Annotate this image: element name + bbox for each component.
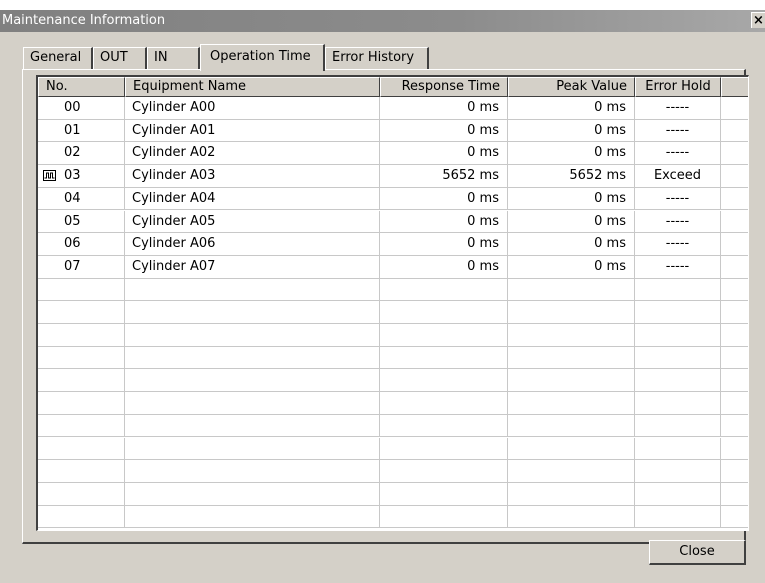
empty-row [38,505,748,529]
cell-no: 05 [38,210,125,233]
cell-response-time: 0 ms [380,233,508,256]
cell-response-time: 0 ms [380,97,508,119]
cell-blank [721,256,748,278]
cell-error-hold: ----- [635,142,721,165]
cell-blank [721,142,748,164]
cell-no: 01 [38,119,125,142]
cell-equipment-name: Cylinder A03 [125,165,380,188]
tab-error-history[interactable]: Error History [325,47,429,69]
cell-equipment-name: Cylinder A00 [125,97,380,119]
tab-general[interactable]: General [23,47,93,69]
cell-peak-value: 5652 ms [508,165,635,188]
cell-error-hold: ----- [635,119,721,142]
empty-row [38,482,748,506]
column-header-peak-value[interactable]: Peak Value [508,77,635,97]
tab-operation-time[interactable]: Operation Time [200,44,325,71]
column-header-no[interactable]: No. [38,77,125,97]
cell-error-hold: ----- [635,210,721,233]
cell-no: 04 [38,187,125,210]
table-row[interactable]: 00 Cylinder A00 0 ms 0 ms ----- [38,97,748,120]
empty-row [38,392,748,415]
cell-error-hold: ----- [635,97,721,119]
empty-row [38,437,748,461]
table-row[interactable]: 04 Cylinder A04 0 ms 0 ms ----- [38,187,748,211]
cell-error-hold: ----- [635,233,721,256]
cell-response-time: 5652 ms [380,165,508,188]
table-row[interactable]: 03 Cylinder A03 5652 ms 5652 ms Exceed [38,165,748,188]
cell-blank [721,165,748,187]
cell-no: 02 [38,142,125,165]
cell-peak-value: 0 ms [508,255,635,278]
cell-equipment-name: Cylinder A04 [125,187,380,210]
cell-peak-value: 0 ms [508,187,635,210]
cell-peak-value: 0 ms [508,97,635,119]
cell-peak-value: 0 ms [508,119,635,142]
cell-blank [721,211,748,233]
list-body: 00 Cylinder A00 0 ms 0 ms ----- 01 Cylin… [38,97,748,530]
column-header-equipment-name[interactable]: Equipment Name [125,77,380,97]
cell-blank [721,97,748,119]
cell-blank [721,233,748,255]
window-title: Maintenance Information [2,13,166,28]
table-row[interactable]: 01 Cylinder A01 0 ms 0 ms ----- [38,119,748,143]
column-header-error-hold[interactable]: Error Hold [635,77,721,97]
cell-no: 03 [38,165,125,188]
title-bar[interactable]: Maintenance Information × [0,10,765,32]
cell-equipment-name: Cylinder A01 [125,119,380,142]
cell-equipment-name: Cylinder A05 [125,210,380,233]
empty-row [38,278,748,302]
cell-no: 07 [38,255,125,278]
cell-equipment-name: Cylinder A07 [125,255,380,278]
cell-response-time: 0 ms [380,142,508,165]
cell-peak-value: 0 ms [508,210,635,233]
cell-blank [721,120,748,142]
cell-error-hold: Exceed [635,165,721,188]
empty-row [38,414,748,438]
tab-out[interactable]: OUT [93,47,147,69]
column-header-blank[interactable] [721,77,748,97]
cell-equipment-name: Cylinder A02 [125,142,380,165]
cell-response-time: 0 ms [380,187,508,210]
list-header: No. Equipment Name Response Time Peak Va… [38,77,748,97]
empty-row [38,301,748,324]
cell-no-text: 03 [64,168,81,184]
cell-error-hold: ----- [635,187,721,210]
cell-response-time: 0 ms [380,210,508,233]
cell-peak-value: 0 ms [508,233,635,256]
column-header-response-time[interactable]: Response Time [380,77,508,97]
empty-row [38,324,748,347]
table-row[interactable]: 02 Cylinder A02 0 ms 0 ms ----- [38,142,748,166]
cell-peak-value: 0 ms [508,142,635,165]
close-icon[interactable]: × [751,12,765,28]
table-row[interactable]: 05 Cylinder A05 0 ms 0 ms ----- [38,210,748,234]
table-row[interactable]: 07 Cylinder A07 0 ms 0 ms ----- [38,255,748,279]
tab-in[interactable]: IN [147,47,200,69]
empty-row [38,346,748,370]
cell-no: 06 [38,233,125,256]
operation-time-list[interactable]: No. Equipment Name Response Time Peak Va… [36,75,749,531]
close-button[interactable]: Close [649,540,746,565]
empty-row [38,460,748,483]
pulse-waveform-icon [43,170,56,182]
cell-response-time: 0 ms [380,119,508,142]
empty-row [38,369,748,393]
table-row[interactable]: 06 Cylinder A06 0 ms 0 ms ----- [38,233,748,256]
cell-error-hold: ----- [635,255,721,278]
cell-response-time: 0 ms [380,255,508,278]
cell-no: 00 [38,97,125,119]
cell-blank [721,188,748,210]
cell-equipment-name: Cylinder A06 [125,233,380,256]
